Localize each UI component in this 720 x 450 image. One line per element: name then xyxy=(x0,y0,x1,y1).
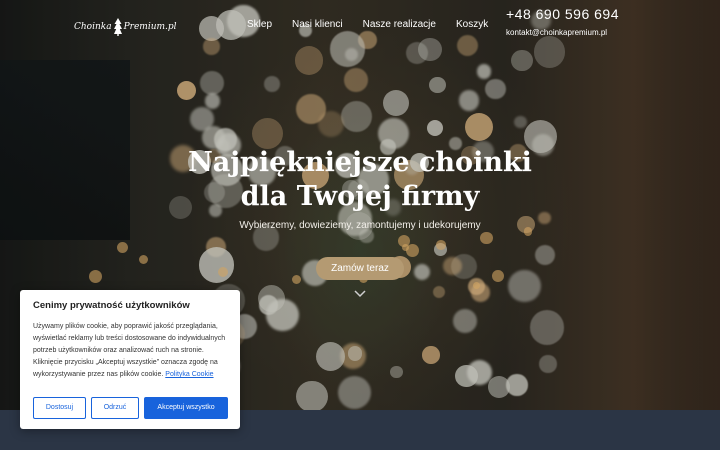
hero-title: Najpiękniejsze choinki dla Twojej firmy xyxy=(0,146,720,214)
brand-logo[interactable]: Choinka Premium.pl xyxy=(74,16,177,38)
contact-info: +48 690 596 694 kontakt@choinkapremium.p… xyxy=(506,6,619,37)
hero-title-line1: Najpiękniejsze choinki xyxy=(188,147,532,178)
cookie-policy-link[interactable]: Polityka Cookie xyxy=(165,371,213,378)
nav-item-sklep[interactable]: Sklep xyxy=(247,18,272,32)
cookie-title: Cenimy prywatność użytkowników xyxy=(33,300,190,311)
chevron-down-icon[interactable] xyxy=(354,290,366,298)
hero-title-line2: dla Twojej firmy xyxy=(240,181,480,212)
hero-subtitle: Wybierzemy, dowieziemy, zamontujemy i ud… xyxy=(239,220,481,231)
cookie-text: Używamy plików cookie, aby poprawić jako… xyxy=(33,323,226,378)
customize-button[interactable]: Dostosuj xyxy=(33,397,86,419)
accept-all-button[interactable]: Akceptuj wszystko xyxy=(144,397,228,419)
nav-item-nasi-klienci[interactable]: Nasi klienci xyxy=(292,18,343,32)
logo-text-left: Choinka xyxy=(74,22,112,32)
reject-button[interactable]: Odrzuć xyxy=(91,397,139,419)
cookie-buttons: Dostosuj Odrzuć Akceptuj wszystko xyxy=(33,397,228,419)
email-link[interactable]: kontakt@choinkapremium.pl xyxy=(506,28,619,37)
main-nav: Sklep Nasi klienci Nasze realizacje Kosz… xyxy=(247,18,508,32)
nav-item-nasze-realizacje[interactable]: Nasze realizacje xyxy=(363,18,436,32)
order-now-button[interactable]: Zamów teraz xyxy=(316,257,404,280)
nav-item-koszyk[interactable]: Koszyk xyxy=(456,18,488,32)
cookie-consent-banner: Cenimy prywatność użytkowników Używamy p… xyxy=(20,290,240,429)
christmas-tree-icon xyxy=(113,18,122,36)
cookie-description: Używamy plików cookie, aby poprawić jako… xyxy=(33,321,227,381)
phone-link[interactable]: +48 690 596 694 xyxy=(506,6,619,22)
logo-text-right: Premium.pl xyxy=(123,22,177,32)
